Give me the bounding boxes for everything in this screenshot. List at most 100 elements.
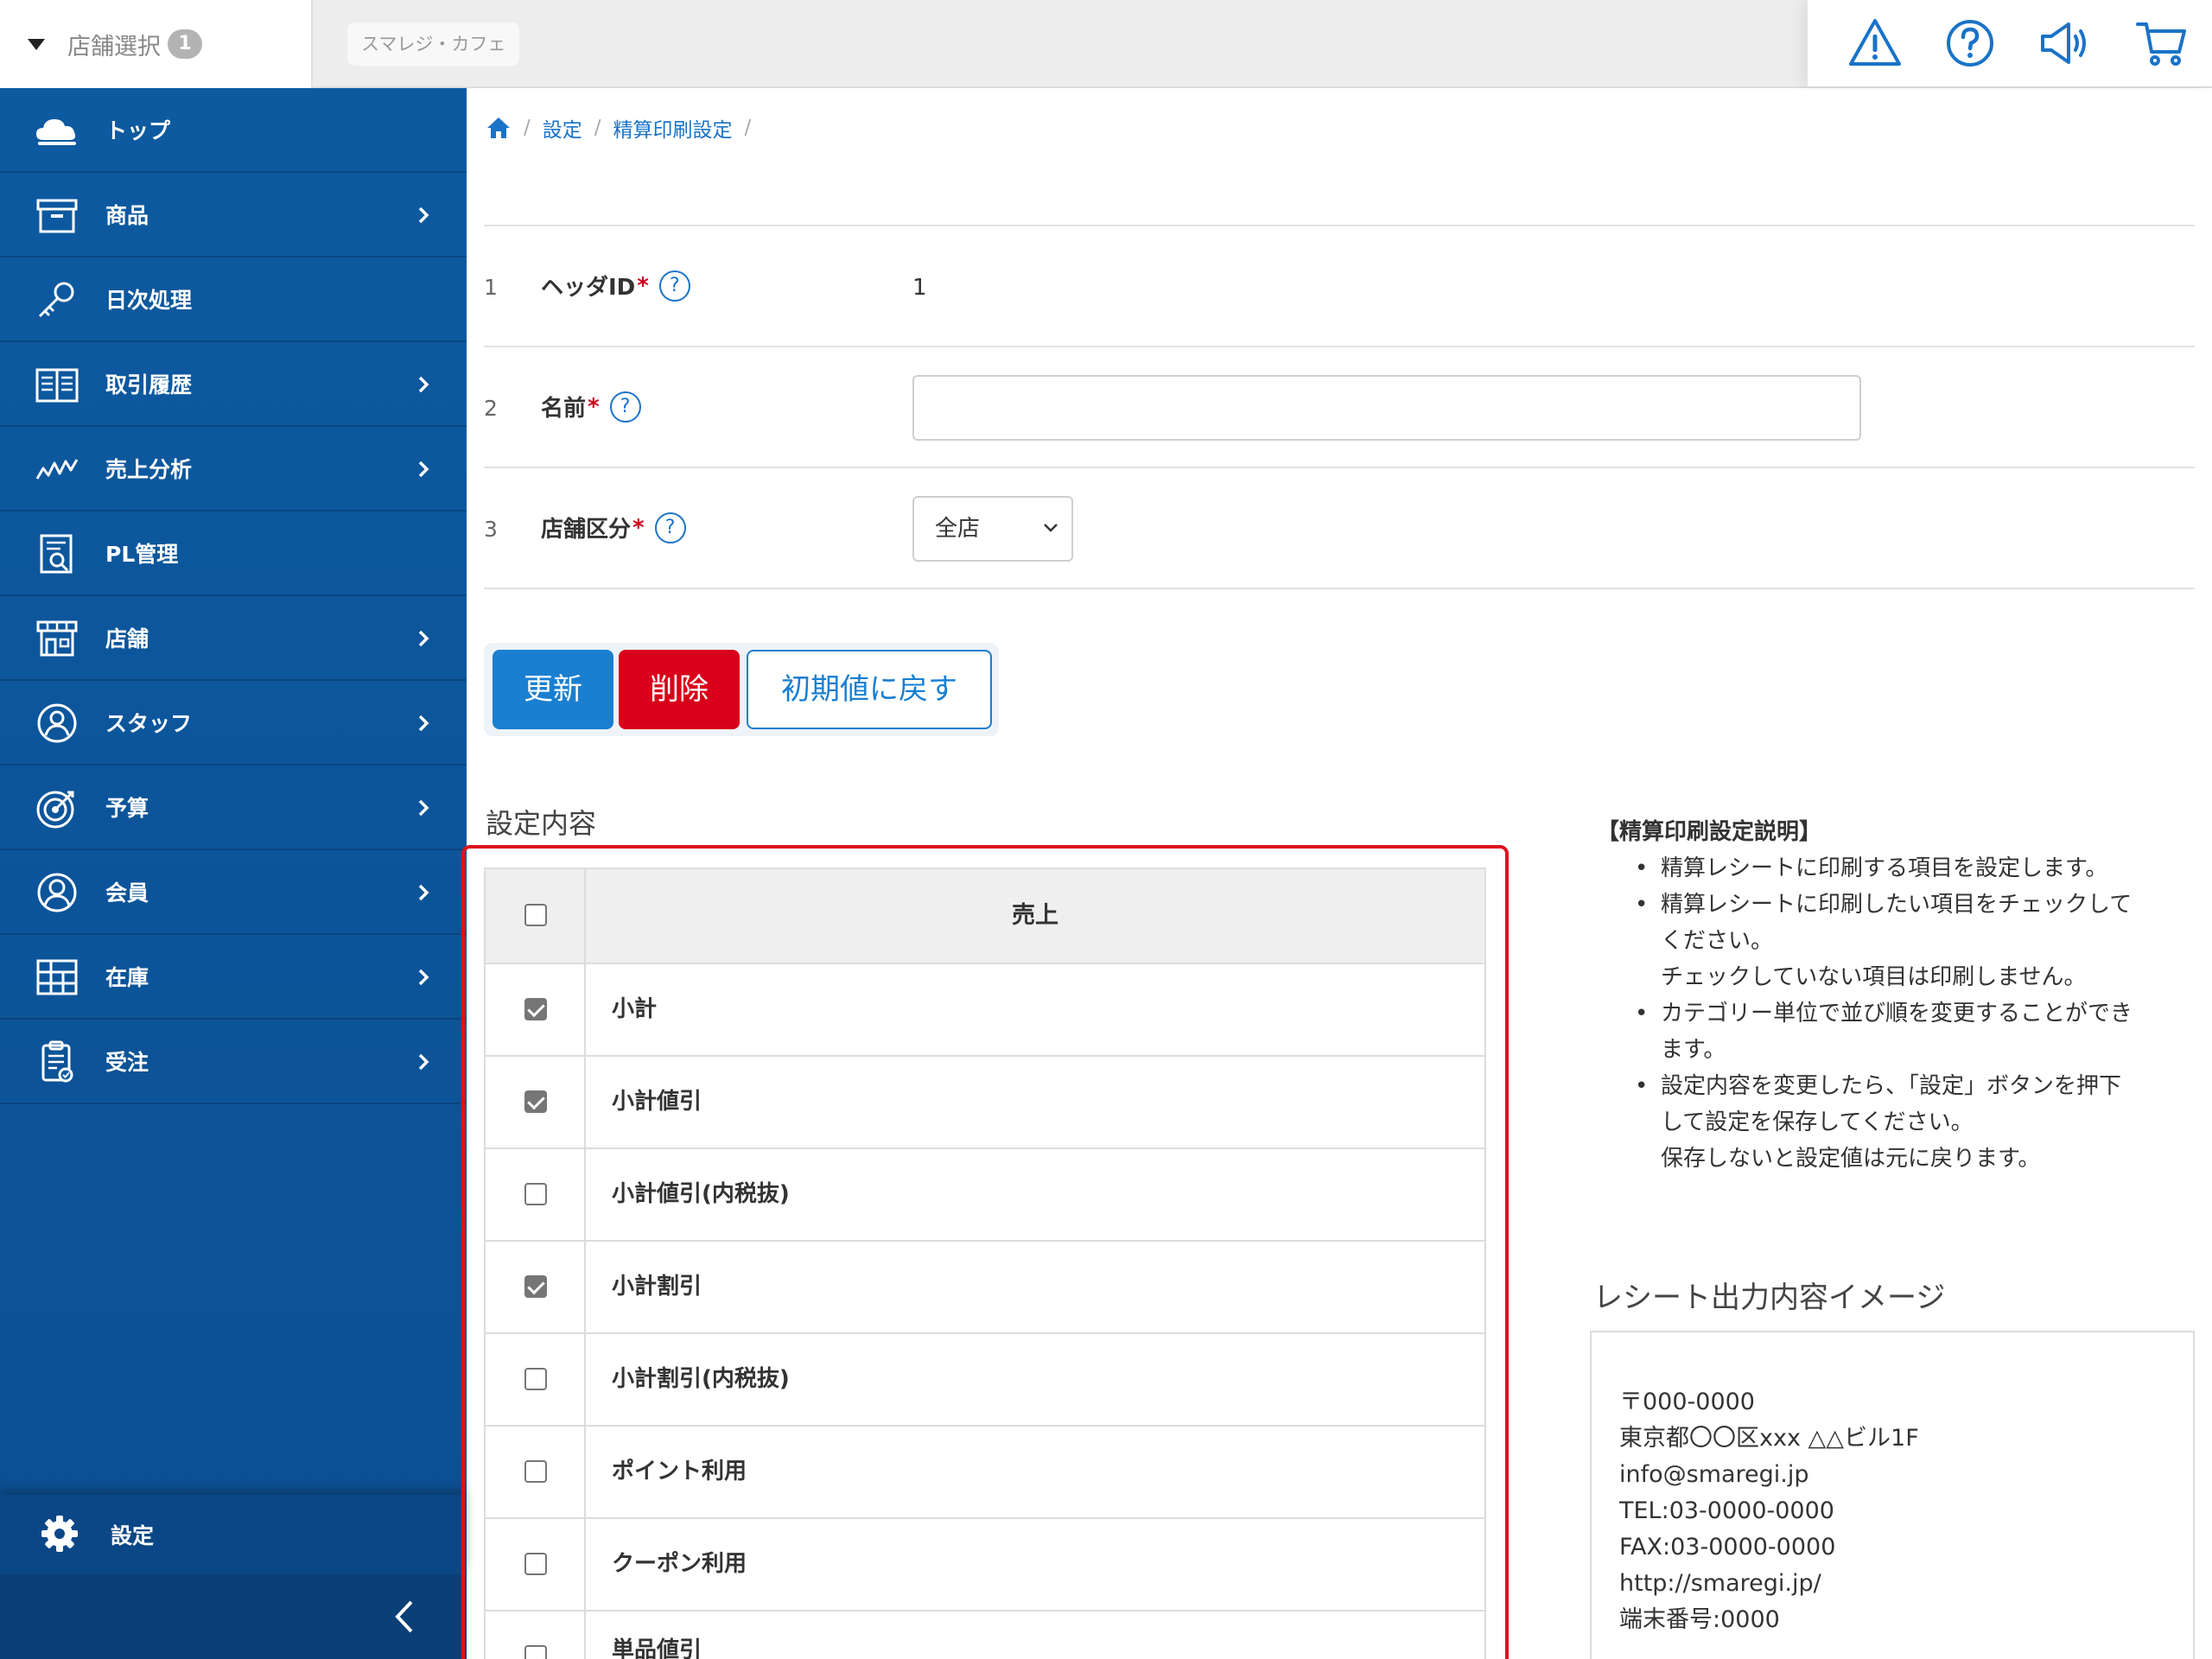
breadcrumb-link-print-settings[interactable]: 精算印刷設定 [613,113,733,143]
store-select-dropdown[interactable]: 店舗選択 1 [0,0,313,88]
row-checkbox[interactable] [524,1553,547,1575]
sidebar-item-label: 売上分析 [105,457,193,482]
sidebar-item-label: 商品 [105,203,149,228]
row-number: 3 [484,517,498,542]
table-header-label: 売上 [1012,902,1058,929]
chevron-right-icon [418,799,429,817]
chevron-right-icon [418,969,429,986]
row-label: 小計割引 [612,1274,702,1300]
divider [484,467,2195,468]
member-icon [37,873,77,912]
row-checkbox[interactable] [524,1368,547,1390]
receipt-line: FAX:03-0000-0000 [1619,1534,1836,1560]
receipt-line: info@smaregi.jp [1619,1461,1809,1488]
sidebar-item-label: 予算 [105,796,149,821]
select-all-checkbox[interactable] [524,904,547,926]
sidebar-item-transactions[interactable]: 取引履歴 [0,342,467,427]
check-cell [486,1519,586,1610]
sidebar-item-orders[interactable]: 受注 [0,1020,467,1104]
help-icon[interactable]: ? [658,270,690,302]
store-division-select[interactable]: 全店 [912,496,1073,562]
help-icon[interactable]: ? [654,512,686,543]
store-division-value: 全店 [935,516,981,542]
settings-section-title: 設定内容 [486,807,597,840]
row-label: 単品値引 [612,1637,702,1659]
cart-icon[interactable] [2134,16,2190,71]
table-row: 単品値引 [484,1611,1486,1659]
description-line: 精算レシートに印刷したい項目をチェックして [1661,892,2133,918]
row-number: 1 [484,275,498,300]
description-line: 設定内容を変更したら、「設定」ボタンを押下 [1661,1073,2122,1099]
help-icon[interactable]: ? [609,391,641,423]
sidebar-item-members[interactable]: 会員 [0,850,467,935]
sidebar-item-sales-analysis[interactable]: 売上分析 [0,427,467,512]
table-row: ポイント利用 [484,1427,1486,1519]
row-checkbox[interactable] [524,1275,547,1298]
sidebar-collapse-button[interactable] [0,1574,467,1659]
row-checkbox[interactable] [524,1460,547,1483]
home-icon[interactable] [486,116,512,140]
sidebar-item-budget[interactable]: 予算 [0,766,467,850]
sidebar-item-top[interactable]: トップ [0,88,467,173]
row-label: 小計 [612,996,658,1022]
key-icon [38,282,74,318]
box-icon [36,199,78,233]
sidebar-item-pl[interactable]: PL管理 [0,512,467,596]
description-line: 保存しないと設定値は元に戻ります。 [1661,1146,2041,1172]
sidebar-item-settings[interactable]: 設定 [0,1495,467,1574]
sidebar-item-stores[interactable]: 店舗 [0,596,467,681]
row-checkbox[interactable] [524,1090,547,1113]
sidebar-item-label: 会員 [105,880,149,906]
reset-default-button[interactable]: 初期値に戻す [747,650,992,729]
row-checkbox[interactable] [524,1645,547,1659]
table-row: 小計値引 [484,1057,1486,1149]
top-icon-bar [1808,0,2212,86]
cloud-icon [36,119,76,145]
header-id-value: 1 [912,275,927,301]
description-line: ます。 [1661,1037,1726,1063]
table-row: 小計割引 [484,1242,1486,1334]
ledger-icon [35,368,79,403]
sidebar-item-daily[interactable]: 日次処理 [0,257,467,342]
description-line: 精算レシートに印刷する項目を設定します。 [1661,855,2108,881]
sidebar-item-label: スタッフ [105,711,193,736]
row-checkbox[interactable] [524,1183,547,1205]
megaphone-icon[interactable] [2037,16,2093,71]
table-row: 小計割引(内税抜) [484,1334,1486,1427]
warning-icon[interactable] [1847,16,1903,71]
check-cell [486,1242,586,1332]
sidebar-item-staff[interactable]: スタッフ [0,681,467,766]
row-number: 2 [484,396,498,421]
check-cell [486,964,586,1055]
field-label: 名前 [541,396,587,422]
row-checkbox[interactable] [524,998,547,1020]
divider [484,346,2195,347]
chevron-right-icon [418,1053,429,1071]
breadcrumb: / 設定 / 精算印刷設定 / [486,112,763,143]
check-cell [486,1334,586,1425]
receipt-line: TEL:03-0000-0000 [1619,1497,1834,1524]
delete-button[interactable]: 削除 [619,650,740,729]
row-label: 小計値引(内税抜) [612,1181,790,1207]
name-input[interactable] [912,375,1861,441]
sidebar: トップ 商品 日次処理 取引履歴 売上分析 PL管理 店舗 スタッフ 予算 会員… [0,88,467,1659]
inventory-icon [36,959,78,995]
sidebar-item-label: 取引履歴 [105,372,193,397]
store-select-label: 店舗選択 [67,33,161,60]
store-icon [36,620,78,657]
breadcrumb-link-settings[interactable]: 設定 [543,113,582,143]
chevron-right-icon [418,630,429,647]
sidebar-item-label: 在庫 [105,965,149,990]
update-button[interactable]: 更新 [493,650,613,729]
description-list: 精算レシートに印刷する項目を設定します。 精算レシートに印刷したい項目をチェック… [1635,850,2202,1177]
divider [484,588,2195,589]
report-icon [40,534,73,574]
sidebar-item-inventory[interactable]: 在庫 [0,935,467,1020]
store-division-label: 店舗区分 * ? [541,512,686,543]
description-item: 精算レシートに印刷する項目を設定します。 [1635,850,2202,887]
caret-down-icon [28,38,45,50]
help-icon[interactable] [1942,16,1998,71]
sidebar-item-products[interactable]: 商品 [0,173,467,257]
required-mark: * [588,393,600,420]
sidebar-item-label: 日次処理 [105,288,193,313]
